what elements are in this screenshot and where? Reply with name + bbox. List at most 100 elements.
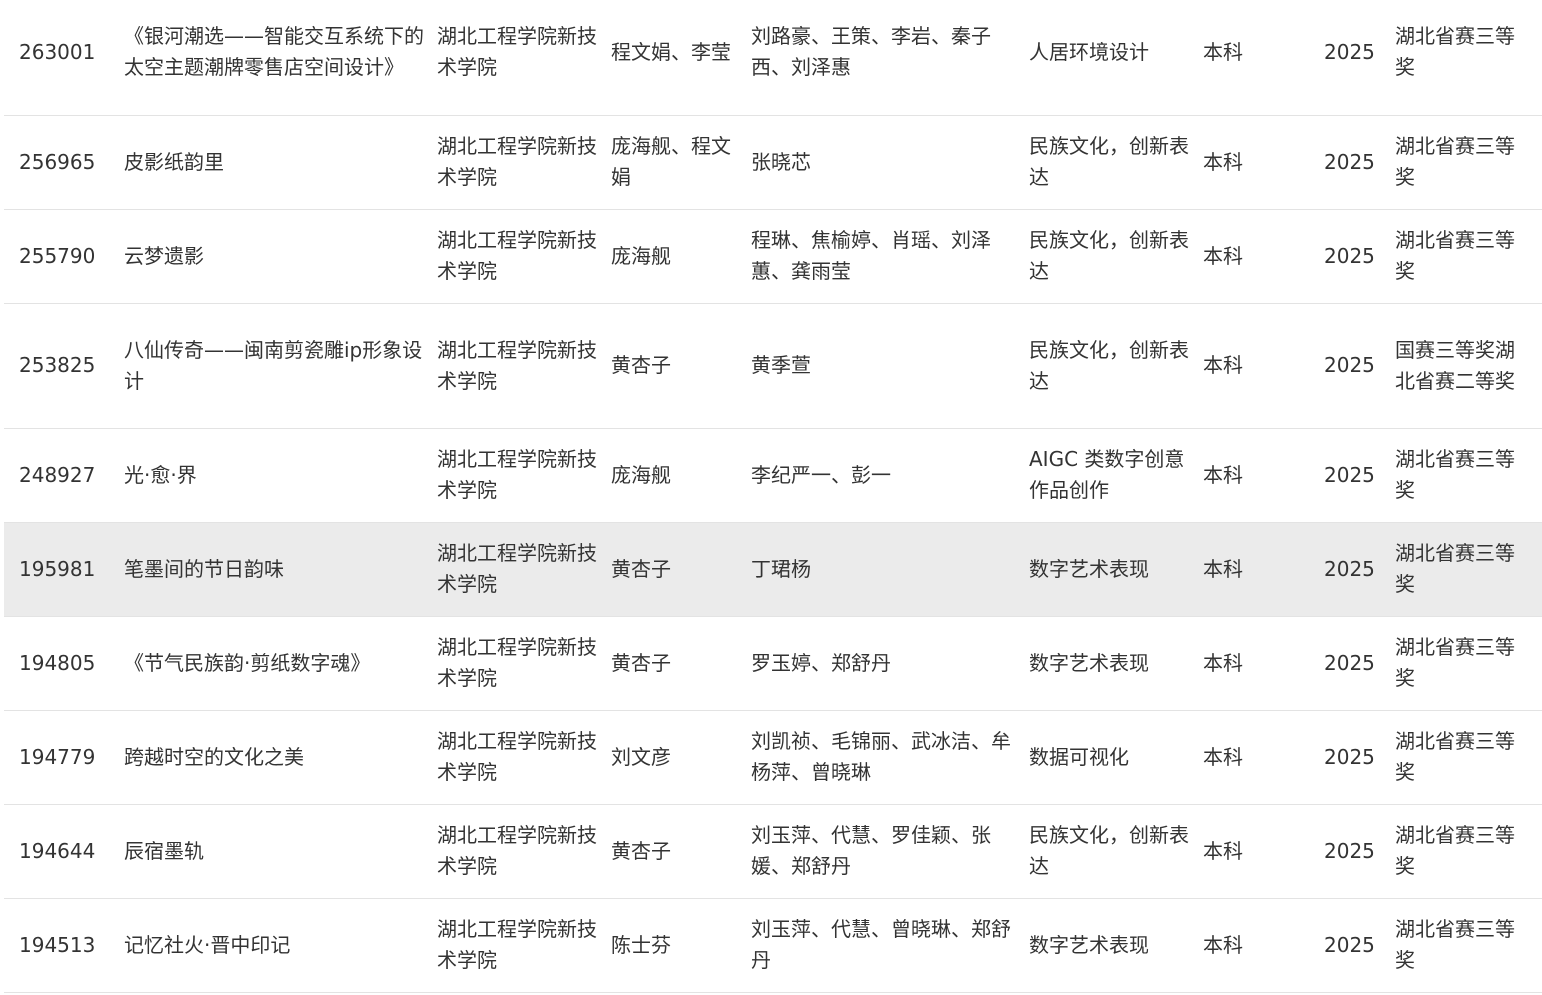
year-cell: 2025	[1324, 898, 1395, 993]
school-cell: 湖北工程学院新技术学院	[437, 522, 611, 617]
advisor-cell: 黄杏子	[611, 303, 751, 429]
students-cell: 罗玉婷、郑舒丹	[751, 616, 1029, 711]
table-row: 253825 八仙传奇——闽南剪瓷雕ip形象设计 湖北工程学院新技术学院 黄杏子 黄季萱…	[4, 303, 1542, 429]
category-cell: AIGC 类数字创意作品创作	[1029, 428, 1203, 523]
level-cell: 本科	[1203, 428, 1324, 523]
work-title-cell: 笔墨间的节日韵味	[124, 522, 437, 617]
entry-id-cell: 195981	[4, 522, 124, 617]
work-title-cell: 《银河潮选——智能交互系统下的太空主题潮牌零售店空间设计》	[124, 0, 437, 116]
level-cell: 本科	[1203, 898, 1324, 993]
entry-id-cell: 194779	[4, 710, 124, 805]
work-title-cell: 《节气民族韵·剪纸数字魂》	[124, 616, 437, 711]
table-row: 256965 皮影纸韵里 湖北工程学院新技术学院 庞海舰、程文娟 张晓芯 民族文化，创新表…	[4, 115, 1542, 210]
year-cell: 2025	[1324, 115, 1395, 210]
work-title-cell: 八仙传奇——闽南剪瓷雕ip形象设计	[124, 303, 437, 429]
year-cell: 2025	[1324, 804, 1395, 899]
year-cell: 2025	[1324, 428, 1395, 523]
table-row: 255790 云梦遗影 湖北工程学院新技术学院 庞海舰 程琳、焦榆婷、肖瑶、刘泽蕙、龚雨…	[4, 209, 1542, 304]
category-cell: 数字艺术表现	[1029, 898, 1203, 993]
students-cell: 刘路豪、王策、李岩、秦子西、刘泽惠	[751, 0, 1029, 116]
students-cell: 程琳、焦榆婷、肖瑶、刘泽蕙、龚雨莹	[751, 209, 1029, 304]
work-title-cell: 记忆社火·晋中印记	[124, 898, 437, 993]
category-cell: 民族文化，创新表达	[1029, 115, 1203, 210]
year-cell: 2025	[1324, 710, 1395, 805]
advisor-cell: 庞海舰	[611, 428, 751, 523]
entry-id-cell: 194805	[4, 616, 124, 711]
table-row: 248927 光·愈·界 湖北工程学院新技术学院 庞海舰 李纪严一、彭一 AIGC 类数字…	[4, 428, 1542, 523]
entry-id-cell: 248927	[4, 428, 124, 523]
school-cell: 湖北工程学院新技术学院	[437, 710, 611, 805]
category-cell: 数据可视化	[1029, 710, 1203, 805]
category-cell: 数字艺术表现	[1029, 522, 1203, 617]
level-cell: 本科	[1203, 0, 1324, 116]
students-cell: 刘玉萍、代慧、罗佳颖、张媛、郑舒丹	[751, 804, 1029, 899]
advisor-cell: 庞海舰	[611, 209, 751, 304]
work-title-cell: 皮影纸韵里	[124, 115, 437, 210]
level-cell: 本科	[1203, 710, 1324, 805]
students-cell: 丁珺杨	[751, 522, 1029, 617]
level-cell: 本科	[1203, 522, 1324, 617]
year-cell: 2025	[1324, 209, 1395, 304]
entry-id-cell: 263001	[4, 0, 124, 116]
work-title-cell: 光·愈·界	[124, 428, 437, 523]
advisor-cell: 庞海舰、程文娟	[611, 115, 751, 210]
table-row: 194779 跨越时空的文化之美 湖北工程学院新技术学院 刘文彦 刘凯祯、毛锦丽、武冰洁…	[4, 710, 1542, 805]
advisor-cell: 黄杏子	[611, 522, 751, 617]
award-cell: 湖北省赛三等奖	[1395, 428, 1542, 523]
entry-id-cell: 194513	[4, 898, 124, 993]
entry-id-cell: 255790	[4, 209, 124, 304]
entry-id-cell: 256965	[4, 115, 124, 210]
school-cell: 湖北工程学院新技术学院	[437, 898, 611, 993]
award-cell: 湖北省赛三等奖	[1395, 616, 1542, 711]
table-row: 194805 《节气民族韵·剪纸数字魂》 湖北工程学院新技术学院 黄杏子 罗玉婷、郑舒丹…	[4, 616, 1542, 711]
year-cell: 2025	[1324, 303, 1395, 429]
students-cell: 张晓芯	[751, 115, 1029, 210]
school-cell: 湖北工程学院新技术学院	[437, 428, 611, 523]
award-cell: 湖北省赛三等奖	[1395, 209, 1542, 304]
level-cell: 本科	[1203, 209, 1324, 304]
category-cell: 民族文化，创新表达	[1029, 209, 1203, 304]
award-cell: 湖北省赛三等奖	[1395, 522, 1542, 617]
students-cell: 刘玉萍、代慧、曾晓琳、郑舒丹	[751, 898, 1029, 993]
category-cell: 数字艺术表现	[1029, 616, 1203, 711]
awards-table: 263001 《银河潮选——智能交互系统下的太空主题潮牌零售店空间设计》 湖北工程学…	[4, 0, 1542, 993]
school-cell: 湖北工程学院新技术学院	[437, 209, 611, 304]
award-cell: 湖北省赛三等奖	[1395, 0, 1542, 116]
advisor-cell: 黄杏子	[611, 616, 751, 711]
school-cell: 湖北工程学院新技术学院	[437, 616, 611, 711]
award-cell: 湖北省赛三等奖	[1395, 710, 1542, 805]
award-cell: 国赛三等奖湖北省赛二等奖	[1395, 303, 1542, 429]
year-cell: 2025	[1324, 522, 1395, 617]
level-cell: 本科	[1203, 616, 1324, 711]
year-cell: 2025	[1324, 616, 1395, 711]
award-cell: 湖北省赛三等奖	[1395, 898, 1542, 993]
table-row: 195981 笔墨间的节日韵味 湖北工程学院新技术学院 黄杏子 丁珺杨 数字艺术表现 本科 2…	[4, 522, 1542, 617]
advisor-cell: 黄杏子	[611, 804, 751, 899]
school-cell: 湖北工程学院新技术学院	[437, 0, 611, 116]
school-cell: 湖北工程学院新技术学院	[437, 804, 611, 899]
entry-id-cell: 194644	[4, 804, 124, 899]
advisor-cell: 程文娟、李莹	[611, 0, 751, 116]
advisor-cell: 陈士芬	[611, 898, 751, 993]
school-cell: 湖北工程学院新技术学院	[437, 303, 611, 429]
advisor-cell: 刘文彦	[611, 710, 751, 805]
category-cell: 民族文化，创新表达	[1029, 804, 1203, 899]
students-cell: 李纪严一、彭一	[751, 428, 1029, 523]
students-cell: 刘凯祯、毛锦丽、武冰洁、牟杨萍、曾晓琳	[751, 710, 1029, 805]
school-cell: 湖北工程学院新技术学院	[437, 115, 611, 210]
table-row: 194513 记忆社火·晋中印记 湖北工程学院新技术学院 陈士芬 刘玉萍、代慧、曾晓琳、…	[4, 898, 1542, 993]
level-cell: 本科	[1203, 115, 1324, 210]
year-cell: 2025	[1324, 0, 1395, 116]
table-row: 194644 辰宿墨轨 湖北工程学院新技术学院 黄杏子 刘玉萍、代慧、罗佳颖、张媛、郑舒…	[4, 804, 1542, 899]
level-cell: 本科	[1203, 303, 1324, 429]
table-row: 263001 《银河潮选——智能交互系统下的太空主题潮牌零售店空间设计》 湖北工程学…	[4, 0, 1542, 116]
award-cell: 湖北省赛三等奖	[1395, 804, 1542, 899]
category-cell: 民族文化，创新表达	[1029, 303, 1203, 429]
category-cell: 人居环境设计	[1029, 0, 1203, 116]
entry-id-cell: 253825	[4, 303, 124, 429]
work-title-cell: 跨越时空的文化之美	[124, 710, 437, 805]
level-cell: 本科	[1203, 804, 1324, 899]
award-cell: 湖北省赛三等奖	[1395, 115, 1542, 210]
work-title-cell: 辰宿墨轨	[124, 804, 437, 899]
students-cell: 黄季萱	[751, 303, 1029, 429]
